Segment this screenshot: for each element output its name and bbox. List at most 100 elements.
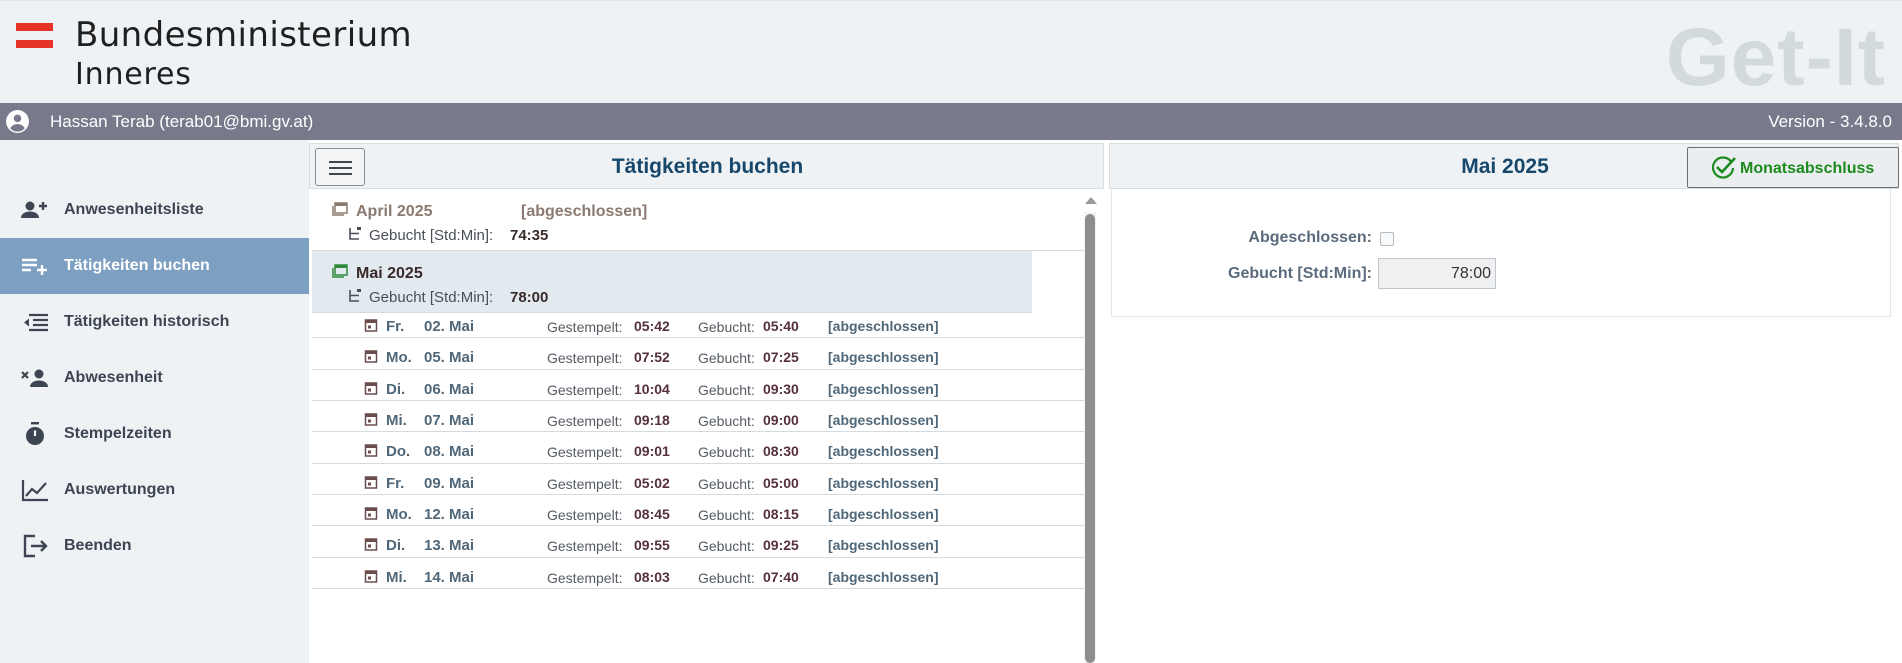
- day-date: 14. Mai: [424, 568, 475, 586]
- day-row[interactable]: Mi. 14. Mai Gestempelt: 08:03 Gebucht: 07:40 […: [312, 558, 1084, 589]
- booked-label: Gebucht:: [698, 506, 755, 523]
- booked-value: 05:00: [763, 474, 799, 491]
- stopwatch-icon: [26, 422, 44, 445]
- remove-user-icon: [21, 369, 48, 387]
- status-badge: [abgeschlossen]: [828, 411, 939, 428]
- sidebar: Anwesenheitsliste Tätigkeiten buchen Tät…: [0, 140, 309, 663]
- month-name: Mai 2025: [356, 265, 423, 282]
- month-row-april[interactable]: April 2025 [abgeschlossen] Gebucht [Std:…: [312, 189, 1084, 251]
- day-date: 08. Mai: [424, 443, 475, 461]
- day-row[interactable]: Mi. 07. Mai Gestempelt: 09:18 Gebucht: 09:00 […: [312, 401, 1084, 433]
- booked-label: Gebucht:: [698, 319, 755, 335]
- sidebar-item-taetigkeiten-historisch[interactable]: Tätigkeiten historisch: [0, 294, 309, 350]
- booked-value: 74:35: [510, 227, 549, 244]
- menu-button[interactable]: [315, 148, 365, 186]
- stamped-value: 09:18: [634, 411, 670, 428]
- closed-checkbox[interactable]: [1380, 232, 1394, 246]
- day-row[interactable]: Mo. 12. Mai Gestempelt: 08:45 Gebucht: 08:15 […: [312, 495, 1084, 527]
- scroll-up-arrow[interactable]: [1085, 197, 1097, 204]
- stamped-value: 09:55: [634, 537, 670, 554]
- booked-value: 09:25: [763, 537, 799, 554]
- booked-value: 08:30: [763, 443, 799, 460]
- booked-label: Gebucht [Std:Min]:: [369, 289, 494, 306]
- month-row-mai[interactable]: Mai 2025 Gebucht [Std:Min]: 78:00: [312, 251, 1032, 313]
- line-chart-icon: [21, 480, 48, 502]
- day-row[interactable]: Fr. 09. Mai Gestempelt: 05:02 Gebucht: 05:00 […: [312, 464, 1084, 495]
- sidebar-item-stempelzeiten[interactable]: Stempelzeiten: [0, 406, 309, 462]
- booked-value: 07:25: [763, 349, 799, 366]
- add-user-icon: [21, 201, 47, 218]
- booked-label: Gebucht [Std:Min]:: [1228, 265, 1372, 282]
- day-row[interactable]: Fr. 02. Mai Gestempelt: 05:42 Gebucht: 05:40 […: [312, 307, 1084, 339]
- sidebar-item-anwesenheitsliste[interactable]: Anwesenheitsliste: [0, 182, 309, 238]
- sidebar-item-abwesenheit[interactable]: Abwesenheit: [0, 350, 309, 406]
- month-summary-form: Abgeschlossen: Gebucht [Std:Min]:: [1111, 189, 1891, 317]
- user-name: Hassan Terab (terab01@bmi.gv.at): [50, 112, 314, 131]
- day-row[interactable]: Di. 13. Mai Gestempelt: 09:55 Gebucht: 09:25 […: [312, 526, 1084, 558]
- stamped-label: Gestempelt:: [547, 381, 623, 398]
- month-status: [abgeschlossen]: [521, 203, 648, 220]
- calendar-icon: [364, 444, 378, 458]
- weekday: Di.: [386, 537, 406, 555]
- austria-flag-logo: [16, 23, 53, 49]
- status-badge: [abgeschlossen]: [828, 318, 939, 334]
- booked-label: Gebucht [Std:Min]:: [369, 227, 494, 244]
- booked-value: 09:00: [763, 411, 799, 428]
- weekday: Do.: [386, 443, 411, 461]
- scrollbar-thumb[interactable]: [1085, 214, 1095, 663]
- weekday: Mi.: [386, 411, 407, 429]
- stamped-label: Gestempelt:: [547, 475, 623, 492]
- day-row[interactable]: Di. 06. Mai Gestempelt: 10:04 Gebucht: 09:30 […: [312, 370, 1084, 401]
- day-date: 02. Mai: [424, 318, 475, 335]
- day-date: 06. Mai: [424, 380, 475, 398]
- closed-label: Abgeschlossen:: [1248, 229, 1372, 246]
- booked-value: 05:40: [763, 318, 799, 334]
- version-label: Version - 3.4.8.0: [1768, 112, 1892, 131]
- activity-list: April 2025 [abgeschlossen] Gebucht [Std:…: [309, 189, 1104, 663]
- check-circle-icon: [1711, 156, 1736, 179]
- calendar-icon: [364, 475, 378, 489]
- calendar-icon: [364, 538, 378, 552]
- sidebar-item-label: Anwesenheitsliste: [64, 201, 204, 218]
- sidebar-item-label: Auswertungen: [64, 481, 176, 498]
- stamped-value: 08:45: [634, 505, 670, 522]
- sidebar-item-auswertungen[interactable]: Auswertungen: [0, 462, 309, 518]
- weekday: Mo.: [386, 349, 412, 367]
- weekday: Fr.: [386, 318, 405, 335]
- tree-icon: [349, 289, 361, 302]
- booked-hours-field[interactable]: [1378, 258, 1496, 289]
- booked-value: 09:30: [763, 380, 799, 397]
- status-badge: [abgeschlossen]: [828, 537, 939, 554]
- exit-icon: [23, 534, 48, 558]
- monatsabschluss-button[interactable]: Monatsabschluss: [1687, 147, 1899, 188]
- stamped-label: Gestempelt:: [547, 444, 623, 461]
- logo-title: Bundesministerium: [75, 15, 413, 55]
- sidebar-item-label: Tätigkeiten buchen: [64, 257, 210, 274]
- day-row[interactable]: Do. 08. Mai Gestempelt: 09:01 Gebucht: 08:30 […: [312, 432, 1084, 464]
- app-brand: Get-It: [1665, 12, 1886, 103]
- day-date: 12. Mai: [424, 505, 475, 523]
- month-name: April 2025: [356, 203, 433, 220]
- stamped-label: Gestempelt:: [547, 569, 623, 586]
- weekday: Mi.: [386, 568, 407, 586]
- sidebar-item-label: Stempelzeiten: [64, 425, 172, 442]
- stamped-label: Gestempelt:: [547, 319, 623, 335]
- booked-label: Gebucht:: [698, 538, 755, 555]
- booked-label: Gebucht:: [698, 412, 755, 429]
- calendar-stack-icon: [332, 264, 348, 278]
- sidebar-item-taetigkeiten-buchen[interactable]: Tätigkeiten buchen: [0, 238, 309, 294]
- app-window: Bundesministerium Inneres Get-It Hassan …: [0, 0, 1902, 663]
- sidebar-item-beenden[interactable]: Beenden: [0, 518, 309, 574]
- sidebar-item-label: Abwesenheit: [64, 369, 163, 386]
- day-row[interactable]: Mo. 05. Mai Gestempelt: 07:52 Gebucht: 07:25 […: [312, 338, 1084, 370]
- calendar-icon: [364, 507, 378, 520]
- day-date: 13. Mai: [424, 537, 475, 555]
- stamped-label: Gestempelt:: [547, 538, 623, 555]
- calendar-icon: [364, 319, 378, 332]
- hamburger-icon: [329, 161, 352, 163]
- booked-label: Gebucht:: [698, 475, 755, 492]
- account-circle-icon[interactable]: [5, 109, 30, 134]
- stamped-value: 09:01: [634, 443, 670, 460]
- status-badge: [abgeschlossen]: [828, 349, 939, 366]
- playlist-add-icon: [22, 258, 47, 275]
